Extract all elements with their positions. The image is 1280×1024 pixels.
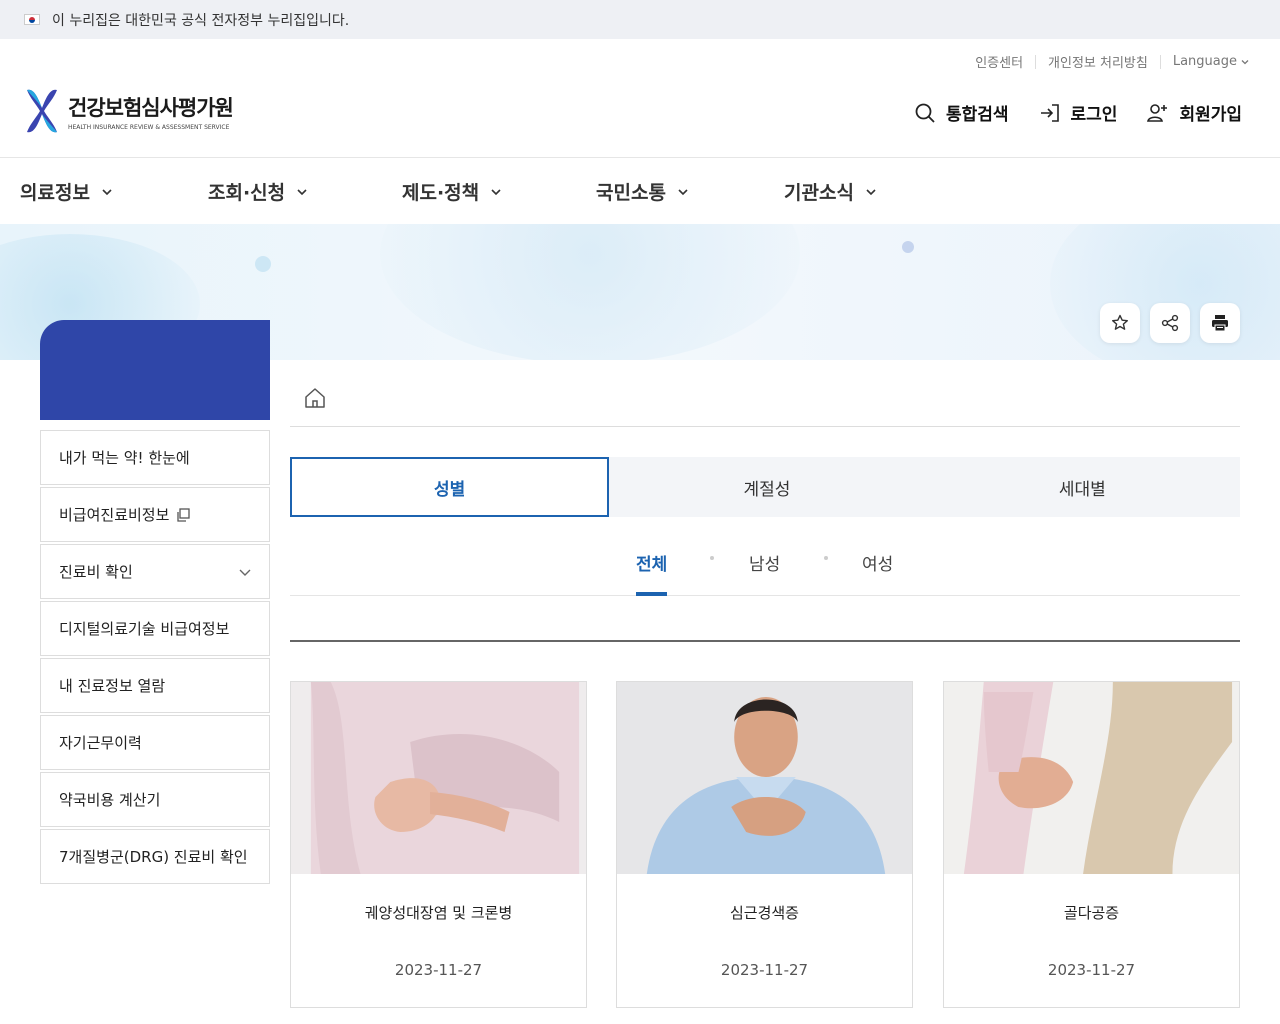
star-icon (1112, 314, 1128, 330)
breadcrumb (303, 386, 327, 414)
korea-flag-icon (24, 14, 40, 25)
auth-center-link[interactable]: 인증센터 (963, 52, 1035, 71)
gnb-label: 기관소식 (784, 182, 854, 204)
language-label: Language (1172, 54, 1237, 69)
tab-seasonal[interactable]: 계절성 (609, 457, 924, 517)
card-image (944, 682, 1239, 874)
hero-decoration (380, 224, 800, 360)
subtab-female[interactable]: 여성 (862, 550, 893, 596)
signup-button[interactable]: 회원가입 (1147, 100, 1242, 125)
login-icon (1040, 103, 1059, 122)
sidebar-item-drg[interactable]: 7개질병군(DRG) 진료비 확인 (40, 829, 270, 884)
card-title: 골다공증 (1063, 904, 1120, 922)
logo-title: 건강보험심사평가원 (68, 95, 234, 120)
separator-dot (824, 556, 828, 560)
privacy-policy-link[interactable]: 개인정보 처리방침 (1036, 52, 1160, 71)
sidebar-item-my-records[interactable]: 내 진료정보 열람 (40, 658, 270, 713)
sidebar-item-my-medicine[interactable]: 내가 먹는 약! 한눈에 (40, 430, 270, 485)
gnb-item-inquiry[interactable]: 조회·신청 (208, 178, 309, 205)
card-date: 2023-11-27 (720, 961, 809, 979)
chevron-down-icon (866, 188, 876, 195)
tab-generation[interactable]: 세대별 (925, 457, 1240, 517)
top-actions: 통합검색 로그인 회원가입 (914, 100, 1242, 125)
card-title: 심근경색증 (729, 904, 799, 922)
chevron-down-icon (297, 188, 307, 195)
category-tabs: 성별 계절성 세대별 (290, 457, 1240, 517)
hero-decoration (255, 256, 271, 272)
card-date: 2023-11-27 (1047, 961, 1136, 979)
sidebar-item-label: 약국비용 계산기 (59, 791, 161, 809)
chevron-down-icon (239, 569, 251, 576)
language-selector[interactable]: Language (1161, 54, 1250, 69)
sidebar-item-label: 디지털의료기술 비급여정보 (59, 620, 230, 638)
gnb-label: 국민소통 (596, 182, 666, 204)
share-icon (1161, 314, 1179, 332)
printer-icon (1212, 315, 1228, 332)
disease-card[interactable]: 심근경색증 2023-11-27 (616, 681, 913, 1008)
divider (290, 640, 1240, 642)
chevron-down-icon (1241, 59, 1249, 64)
sidebar-item-label: 7개질병군(DRG) 진료비 확인 (59, 848, 248, 866)
card-image (617, 682, 912, 874)
search-icon (915, 103, 935, 123)
separator-dot (710, 556, 714, 560)
gnb-item-policy[interactable]: 제도·정책 (402, 178, 503, 205)
sidebar-item-label: 진료비 확인 (59, 563, 133, 581)
divider (290, 426, 1240, 427)
card-title: 궤양성대장염 및 크론병 (364, 904, 513, 922)
login-button[interactable]: 로그인 (1039, 100, 1118, 125)
home-icon[interactable] (303, 386, 327, 410)
sidebar-header (40, 320, 270, 420)
bookmark-button[interactable] (1100, 303, 1140, 343)
site-logo[interactable]: 건강보험심사평가원 HEALTH INSURANCE REVIEW & ASSE… (24, 86, 234, 136)
gnb-label: 의료정보 (20, 182, 90, 204)
card-date: 2023-11-27 (394, 961, 483, 979)
chevron-down-icon (102, 188, 112, 195)
sidebar-item-label: 자기근무이력 (59, 734, 142, 752)
gnb-item-news[interactable]: 기관소식 (784, 178, 878, 205)
login-label: 로그인 (1070, 105, 1118, 125)
sidebar-item-label: 내 진료정보 열람 (59, 677, 166, 695)
sidebar-item-pharmacy-calculator[interactable]: 약국비용 계산기 (40, 772, 270, 827)
subtab-male[interactable]: 남성 (749, 550, 780, 596)
gov-banner: 이 누리집은 대한민국 공식 전자정부 누리집입니다. (0, 0, 1280, 39)
hero-decoration (902, 241, 914, 253)
new-window-icon (177, 507, 191, 522)
gnb-item-medical-info[interactable]: 의료정보 (20, 178, 114, 205)
sidebar-menu: 내가 먹는 약! 한눈에 비급여진료비정보 진료비 확인 디지털의료기술 비급여… (40, 430, 270, 886)
card-image (291, 682, 586, 874)
integrated-search-button[interactable]: 통합검색 (914, 100, 1009, 125)
logo-subtitle: HEALTH INSURANCE REVIEW & ASSESSMENT SER… (68, 123, 230, 131)
sidebar-item-digital-tech[interactable]: 디지털의료기술 비급여정보 (40, 601, 270, 656)
global-nav: 의료정보 조회·신청 제도·정책 국민소통 기관소식 (0, 158, 1280, 224)
gnb-item-communication[interactable]: 국민소통 (596, 178, 690, 205)
signup-label: 회원가입 (1179, 105, 1242, 125)
tab-gender[interactable]: 성별 (290, 457, 610, 517)
sidebar-item-work-history[interactable]: 자기근무이력 (40, 715, 270, 770)
utility-links: 인증센터 개인정보 처리방침 Language (963, 52, 1250, 71)
gnb-label: 제도·정책 (402, 182, 480, 204)
sub-tabs: 전체 남성 여성 (290, 540, 1240, 596)
sidebar-item-label: 비급여진료비정보 (59, 506, 170, 524)
sidebar-item-cost-check[interactable]: 진료비 확인 (40, 544, 270, 599)
sidebar-item-noncovered-cost[interactable]: 비급여진료비정보 (40, 487, 270, 542)
share-button[interactable] (1150, 303, 1190, 343)
search-label: 통합검색 (945, 105, 1009, 125)
disease-card[interactable]: 골다공증 2023-11-27 (943, 681, 1240, 1008)
disease-card[interactable]: 궤양성대장염 및 크론병 2023-11-27 (290, 681, 587, 1008)
chevron-down-icon (678, 188, 688, 195)
gnb-label: 조회·신청 (208, 182, 286, 204)
gov-banner-text: 이 누리집은 대한민국 공식 전자정부 누리집입니다. (52, 12, 350, 29)
chevron-down-icon (491, 188, 501, 195)
sidebar-item-label: 내가 먹는 약! 한눈에 (59, 449, 190, 467)
add-user-icon (1147, 103, 1168, 122)
logo-mark-icon (24, 86, 60, 136)
page-tools (1100, 303, 1240, 343)
print-button[interactable] (1200, 303, 1240, 343)
subtab-all[interactable]: 전체 (636, 550, 668, 596)
